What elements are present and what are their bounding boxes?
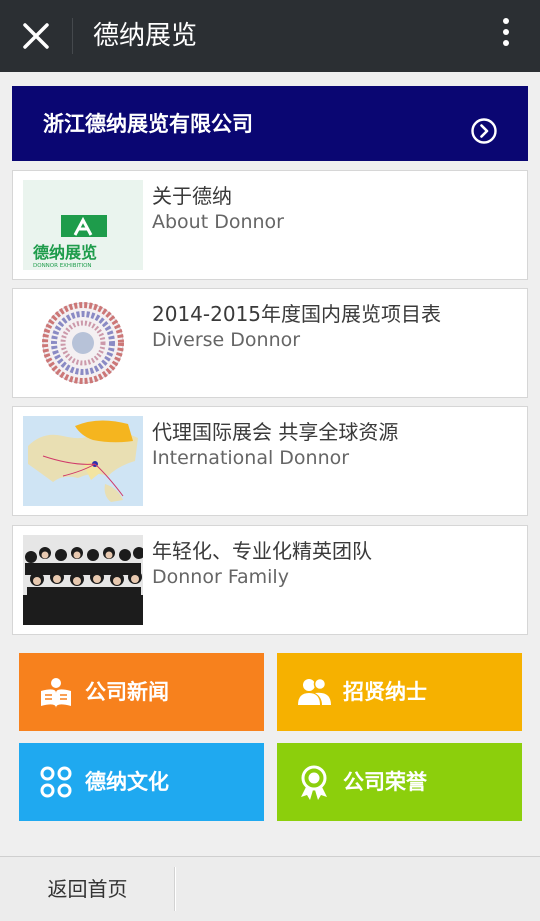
tile-label: 公司新闻 (85, 680, 169, 704)
tile-label: 公司荣誉 (343, 770, 427, 794)
more-options-icon[interactable] (498, 18, 514, 54)
card-subtitle: About Donnor (152, 211, 284, 233)
award-icon (295, 763, 333, 801)
card-subtitle: Donnor Family (152, 566, 289, 588)
list-item-international[interactable]: 代理国际展会 共享全球资源 International Donnor (12, 406, 528, 516)
title-divider (72, 18, 73, 54)
logo-thumbnail: 德纳展览 DONNOR EXHIBITION (23, 180, 143, 270)
chevron-right-circle-icon (471, 118, 497, 144)
people-icon (295, 673, 333, 711)
tile-company-news[interactable]: 公司新闻 (19, 653, 264, 731)
card-title: 代理国际展会 共享全球资源 (152, 420, 399, 444)
list-item-exhibitions[interactable]: 2014-2015年度国内展览项目表 Diverse Donnor (12, 288, 528, 398)
grid-icon (37, 763, 75, 801)
card-subtitle: International Donnor (152, 447, 350, 469)
card-title: 关于德纳 (152, 184, 232, 208)
tile-honors[interactable]: 公司荣誉 (277, 743, 522, 821)
banner-title: 浙江德纳展览有限公司 (43, 112, 253, 136)
home-button[interactable]: 返回首页 (0, 857, 175, 921)
svg-text:DONNOR EXHIBITION: DONNOR EXHIBITION (33, 263, 92, 269)
card-title: 年轻化、专业化精英团队 (152, 539, 372, 563)
card-title: 2014-2015年度国内展览项目表 (152, 302, 442, 326)
close-icon[interactable] (16, 16, 56, 56)
tile-culture[interactable]: 德纳文化 (19, 743, 264, 821)
world-map-thumbnail (23, 416, 143, 506)
page-title: 德纳展览 (93, 21, 198, 51)
bottom-divider (174, 867, 176, 911)
svg-text:德纳展览: 德纳展览 (33, 243, 97, 262)
bottom-bar: 返回首页 (0, 856, 540, 921)
tile-label: 招贤纳士 (343, 680, 427, 704)
team-photo-thumbnail (23, 535, 143, 625)
tile-recruitment[interactable]: 招贤纳士 (277, 653, 522, 731)
circle-diagram-thumbnail (23, 298, 143, 388)
news-reader-icon (37, 673, 75, 711)
top-bar: 德纳展览 (0, 0, 540, 72)
company-banner[interactable]: 浙江德纳展览有限公司 (12, 86, 528, 161)
tile-label: 德纳文化 (85, 770, 169, 794)
list-item-team[interactable]: 年轻化、专业化精英团队 Donnor Family (12, 525, 528, 635)
card-subtitle: Diverse Donnor (152, 329, 301, 351)
list-item-about[interactable]: 德纳展览 DONNOR EXHIBITION 关于德纳 About Donnor (12, 170, 528, 280)
